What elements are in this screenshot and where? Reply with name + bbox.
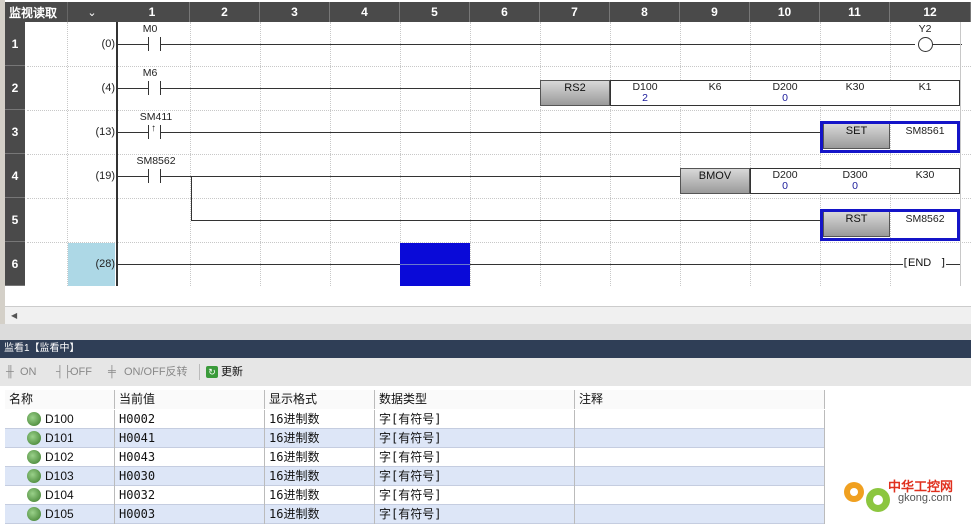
column-header-name[interactable]: 名称 — [5, 390, 115, 409]
row-number-2: 2 — [5, 66, 25, 110]
column-header-5: 5 — [400, 2, 470, 22]
contact-label-sm8562: SM8562 — [136, 155, 176, 167]
column-header-9: 9 — [680, 2, 750, 22]
device-icon — [27, 507, 41, 521]
step-number: (28) — [95, 258, 115, 270]
contact-on-icon: ╫ — [6, 366, 14, 378]
toggle-icon: ╪ — [108, 366, 116, 378]
selection-highlight — [820, 209, 960, 241]
contact-no-icon — [148, 169, 149, 183]
force-on-button[interactable]: ╫ ON — [6, 363, 37, 381]
watch-table: 名称 当前值 显示格式 数据类型 注释 D100 H0002 16进制数 字[有… — [0, 386, 971, 528]
toggle-on-off-button[interactable]: ╪ ON/OFF反转 — [108, 363, 188, 381]
watermark-logo: 中华工控网 gkong.com — [838, 470, 968, 522]
row-number-5: 5 — [5, 198, 25, 242]
pulse-contact-icon — [148, 125, 149, 139]
column-header-11: 11 — [820, 2, 890, 22]
contact-no-icon — [148, 81, 149, 95]
force-off-button[interactable]: ┤├OFF — [56, 363, 92, 381]
operand-k30: K30 — [915, 169, 935, 181]
device-icon — [27, 431, 41, 445]
column-header-type[interactable]: 数据类型 — [375, 390, 575, 409]
column-header-8: 8 — [610, 2, 680, 22]
contact-off-icon: ┤├ — [56, 366, 72, 378]
operand-k6: K6 — [708, 81, 722, 93]
column-header-10: 10 — [750, 2, 820, 22]
column-header-4: 4 — [330, 2, 400, 22]
device-icon — [27, 488, 41, 502]
selection-highlight — [820, 121, 960, 153]
step-number: (19) — [95, 170, 115, 182]
column-header-2: 2 — [190, 2, 260, 22]
power-rail — [116, 22, 118, 286]
coil-label-y2: Y2 — [918, 23, 932, 35]
contact-label-m6: M6 — [142, 67, 158, 79]
contact-label-sm411: SM411 — [139, 111, 173, 123]
operand-value: 0 — [852, 180, 858, 192]
column-header-6: 6 — [470, 2, 540, 22]
refresh-icon: ↻ — [206, 366, 218, 378]
row-number-4: 4 — [5, 154, 25, 198]
operand-k1: K1 — [918, 81, 932, 93]
contact-no-icon — [148, 37, 149, 51]
operand-value: 0 — [782, 180, 788, 192]
step-number: (13) — [95, 126, 115, 138]
coil-icon[interactable] — [918, 37, 933, 52]
mode-dropdown-button[interactable]: ⌄ — [67, 2, 116, 22]
watch-panel-title: 监看1【监看中】 — [0, 340, 971, 358]
row-number-1: 1 — [5, 22, 25, 66]
horizontal-scrollbar[interactable]: ◀ — [5, 306, 971, 325]
column-header-value[interactable]: 当前值 — [115, 390, 265, 409]
operand-value: 2 — [642, 92, 648, 104]
instruction-rs2[interactable]: RS2 — [540, 80, 610, 106]
table-row[interactable]: D103 H0030 16进制数 字[有符号] — [5, 467, 825, 486]
table-row[interactable]: D100 H0002 16进制数 字[有符号] — [5, 410, 825, 429]
table-row[interactable]: D101 H0041 16进制数 字[有符号] — [5, 429, 825, 448]
table-row[interactable]: D102 H0043 16进制数 字[有符号] — [5, 448, 825, 467]
table-row[interactable]: D104 H0032 16进制数 字[有符号] — [5, 486, 825, 505]
column-header-1: 1 — [115, 2, 190, 22]
column-header-12: 12 — [890, 2, 971, 22]
operand-k30: K30 — [845, 81, 865, 93]
contact-label-m0: M0 — [142, 23, 158, 35]
instruction-bmov[interactable]: BMOV — [680, 168, 750, 194]
row-number-6: 6 — [5, 242, 25, 286]
device-icon — [27, 412, 41, 426]
ladder-editor[interactable]: 监视读取 ⌄ 1 2 3 4 5 6 7 8 9 10 11 12 1 2 3 … — [5, 0, 971, 306]
end-instruction[interactable]: END — [908, 257, 931, 269]
refresh-button[interactable]: ↻ 更新 — [206, 363, 243, 381]
device-icon — [27, 450, 41, 464]
operand-value: 0 — [782, 92, 788, 104]
step-number: (0) — [101, 38, 115, 50]
scroll-left-icon[interactable]: ◀ — [11, 311, 17, 320]
column-header-format[interactable]: 显示格式 — [265, 390, 375, 409]
step-number: (4) — [101, 82, 115, 94]
column-header-3: 3 — [260, 2, 330, 22]
table-row[interactable]: D105 H0003 16进制数 字[有符号] — [5, 505, 825, 524]
watch-toolbar: ╫ ON ┤├OFF ╪ ON/OFF反转 ↻ 更新 — [0, 358, 971, 387]
device-icon — [27, 469, 41, 483]
column-header-comment[interactable]: 注释 — [575, 390, 825, 409]
column-header-7: 7 — [540, 2, 610, 22]
row-number-3: 3 — [5, 110, 25, 154]
